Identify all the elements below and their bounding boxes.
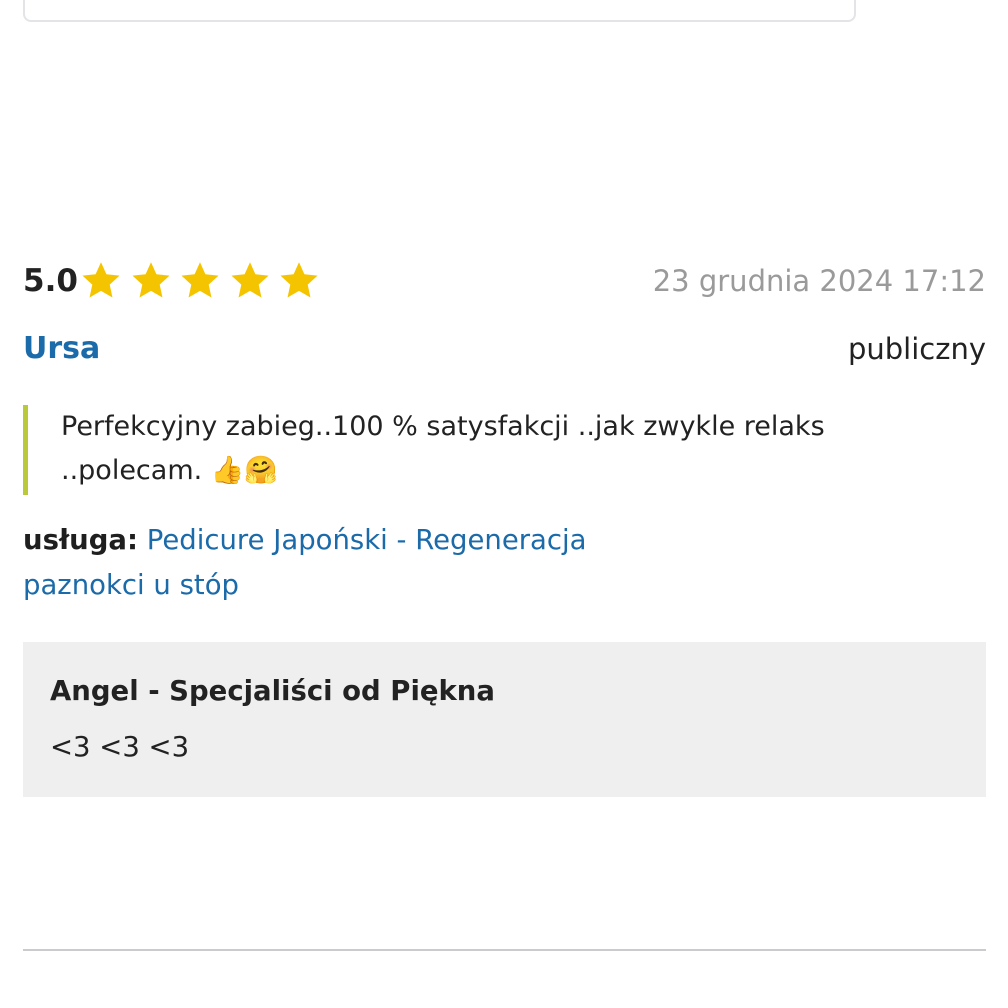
rating-value: 5.0: [23, 263, 78, 299]
author-link[interactable]: Ursa: [23, 330, 100, 368]
owner-reply: Angel - Specjaliści od Piękna <3 <3 <3: [23, 642, 986, 797]
star-icon: [228, 259, 272, 303]
star-icon: [129, 259, 173, 303]
review-date: 23 grudnia 2024 17:12: [652, 264, 986, 298]
review-quote: Perfekcyjny zabieg..100 % satysfakcji ..…: [23, 405, 986, 495]
author-row: Ursa publiczny: [23, 328, 986, 370]
visibility-label: publiczny: [847, 332, 986, 366]
reply-author: Angel - Specjaliści od Piękna: [50, 675, 495, 707]
service-info: usługa: Pedicure Japoński - Regeneracja …: [23, 518, 643, 608]
service-label: usługa:: [23, 524, 138, 556]
review-page: 5.0 23 grudnia 2024 17:12 Ursa publiczny…: [0, 0, 1008, 1008]
star-icon: [277, 259, 321, 303]
star-icon: [178, 259, 222, 303]
review-text: Perfekcyjny zabieg..100 % satysfakcji ..…: [61, 411, 825, 486]
rating-row: 5.0 23 grudnia 2024 17:12: [23, 256, 986, 306]
star-icon: [79, 259, 123, 303]
divider: [23, 949, 986, 951]
reply-text: <3 <3 <3: [50, 731, 190, 763]
previous-card: [23, 0, 856, 22]
star-rating: [79, 256, 327, 306]
